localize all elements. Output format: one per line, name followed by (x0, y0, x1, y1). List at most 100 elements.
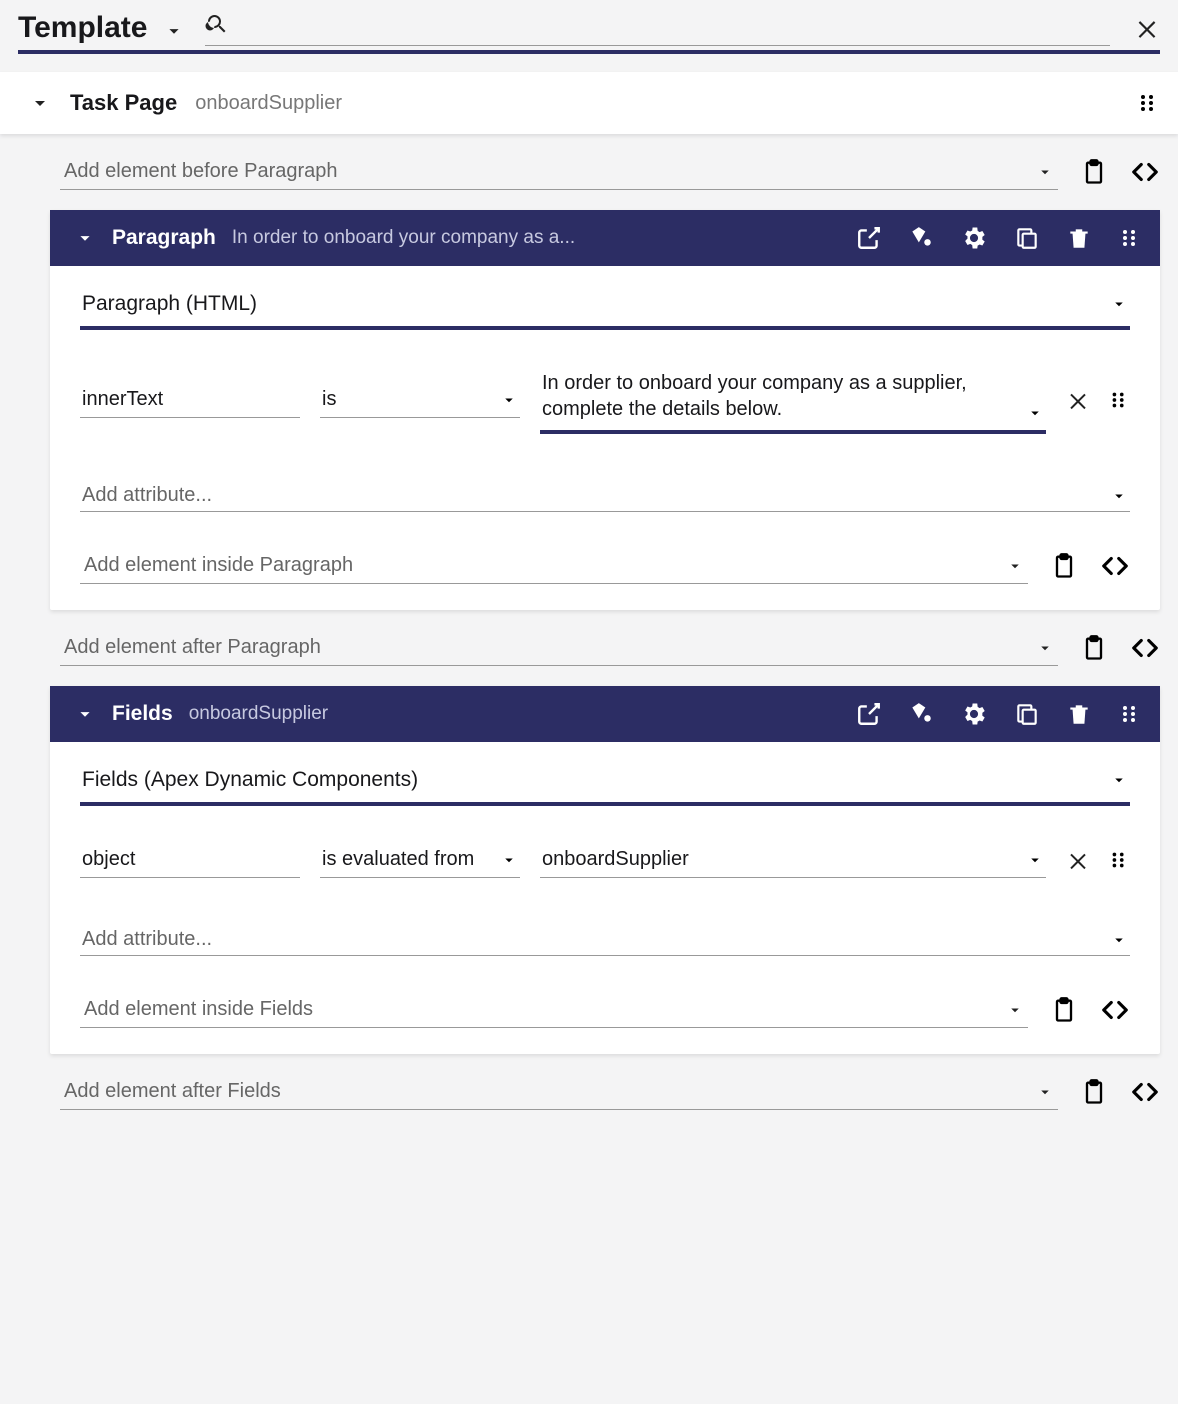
drag-handle-icon[interactable] (1136, 91, 1160, 115)
task-page-subtitle: onboardSupplier (195, 92, 342, 115)
add-inside-paragraph-row: Add element inside Paragraph (80, 548, 1130, 584)
attr-operator-label: is evaluated from (322, 848, 500, 871)
chevron-down-icon (1036, 639, 1054, 657)
chevron-down-icon[interactable] (163, 20, 185, 42)
clipboard-icon[interactable] (1080, 634, 1108, 662)
fields-body: Fields (Apex Dynamic Components) object … (50, 742, 1160, 1054)
open-external-icon[interactable] (856, 701, 882, 727)
paragraph-attr-row: innerText is In order to onboard your co… (80, 366, 1130, 434)
copy-icon[interactable] (1014, 701, 1040, 727)
chevron-down-icon (1110, 931, 1128, 949)
drag-handle-icon[interactable] (1118, 702, 1142, 726)
attr-name-label: innerText (82, 388, 298, 411)
drag-handle-icon[interactable] (1108, 849, 1130, 871)
attr-name-input[interactable]: innerText (80, 382, 300, 418)
search-input[interactable] (205, 10, 1110, 46)
paragraph-type-select[interactable]: Paragraph (HTML) (80, 290, 1130, 330)
paragraph-body: Paragraph (HTML) innerText is In order t… (50, 266, 1160, 610)
attr-name-label: object (82, 848, 298, 871)
gear-icon[interactable] (960, 700, 988, 728)
code-icon[interactable] (1130, 633, 1160, 663)
add-after-paragraph-input[interactable]: Add element after Paragraph (60, 630, 1058, 666)
style-icon[interactable] (908, 701, 934, 727)
chevron-down-icon (500, 391, 518, 409)
chevron-down-icon[interactable] (74, 227, 96, 249)
chevron-down-icon (1006, 1001, 1024, 1019)
style-icon[interactable] (908, 225, 934, 251)
code-icon[interactable] (1130, 1077, 1160, 1107)
add-inside-paragraph-label: Add element inside Paragraph (84, 554, 1006, 577)
attr-value-input[interactable]: onboardSupplier (540, 842, 1046, 878)
fields-title: Fields (112, 702, 173, 726)
add-before-paragraph-input[interactable]: Add element before Paragraph (60, 154, 1058, 190)
add-after-paragraph-row: Add element after Paragraph (60, 630, 1160, 666)
code-icon[interactable] (1130, 157, 1160, 187)
add-attribute-label: Add attribute... (82, 928, 1110, 951)
open-external-icon[interactable] (856, 225, 882, 251)
task-page-row: Task Page onboardSupplier (0, 72, 1178, 134)
add-before-paragraph-row: Add element before Paragraph (60, 154, 1160, 190)
chevron-down-icon (1110, 295, 1128, 313)
code-icon[interactable] (1100, 995, 1130, 1025)
add-attribute-label: Add attribute... (82, 484, 1110, 507)
add-inside-paragraph-input[interactable]: Add element inside Paragraph (80, 548, 1028, 584)
attr-value-input[interactable]: In order to onboard your company as a su… (540, 366, 1046, 434)
chevron-down-icon (1026, 851, 1044, 869)
fields-subtitle: onboardSupplier (189, 703, 328, 725)
add-attribute-input[interactable]: Add attribute... (80, 480, 1130, 512)
chevron-down-icon (1006, 557, 1024, 575)
close-icon[interactable] (1134, 15, 1160, 41)
add-before-paragraph-label: Add element before Paragraph (64, 160, 1036, 183)
attr-value-text: onboardSupplier (542, 848, 1026, 871)
add-after-fields-label: Add element after Fields (64, 1080, 1036, 1103)
attr-operator-select[interactable]: is evaluated from (320, 842, 520, 878)
gear-icon[interactable] (960, 224, 988, 252)
fields-attr-row: object is evaluated from onboardSupplier (80, 842, 1130, 878)
fields-section: Fields onboardSupplier (50, 686, 1160, 1054)
chevron-down-icon[interactable] (74, 703, 96, 725)
chevron-down-icon (1110, 771, 1128, 789)
remove-attr-icon[interactable] (1066, 388, 1090, 412)
fields-type-label: Fields (Apex Dynamic Components) (82, 768, 1110, 792)
page-title: Template (18, 11, 147, 45)
attr-name-input[interactable]: object (80, 842, 300, 878)
clipboard-icon[interactable] (1080, 158, 1108, 186)
add-attribute-input[interactable]: Add attribute... (80, 924, 1130, 956)
clipboard-icon[interactable] (1050, 996, 1078, 1024)
code-icon[interactable] (1100, 551, 1130, 581)
delete-icon[interactable] (1066, 701, 1092, 727)
drag-handle-icon[interactable] (1108, 389, 1130, 411)
chevron-down-icon (1036, 1083, 1054, 1101)
paragraph-header: Paragraph In order to onboard your compa… (50, 210, 1160, 266)
paragraph-section: Paragraph In order to onboard your compa… (50, 210, 1160, 610)
paragraph-type-label: Paragraph (HTML) (82, 292, 1110, 316)
attr-value-text: In order to onboard your company as a su… (542, 370, 1020, 422)
chevron-down-icon (1026, 404, 1044, 422)
template-editor: Template Task Page onboardSupplier Add e… (0, 0, 1178, 1110)
top-header: Template (0, 0, 1178, 46)
search-wrap (205, 10, 1110, 46)
add-after-paragraph-label: Add element after Paragraph (64, 636, 1036, 659)
chevron-down-icon (1036, 163, 1054, 181)
chevron-down-icon (500, 851, 518, 869)
attr-operator-label: is (322, 388, 500, 411)
add-inside-fields-input[interactable]: Add element inside Fields (80, 992, 1028, 1028)
chevron-down-icon[interactable] (28, 91, 52, 115)
add-after-fields-input[interactable]: Add element after Fields (60, 1074, 1058, 1110)
delete-icon[interactable] (1066, 225, 1092, 251)
add-inside-fields-label: Add element inside Fields (84, 998, 1006, 1021)
add-inside-fields-row: Add element inside Fields (80, 992, 1130, 1028)
paragraph-title: Paragraph (112, 226, 216, 250)
paragraph-preview: In order to onboard your company as a... (232, 227, 575, 249)
search-icon (205, 12, 229, 36)
task-page-title: Task Page (70, 90, 177, 116)
clipboard-icon[interactable] (1050, 552, 1078, 580)
remove-attr-icon[interactable] (1066, 848, 1090, 872)
drag-handle-icon[interactable] (1118, 226, 1142, 250)
chevron-down-icon (1110, 487, 1128, 505)
copy-icon[interactable] (1014, 225, 1040, 251)
clipboard-icon[interactable] (1080, 1078, 1108, 1106)
attr-operator-select[interactable]: is (320, 382, 520, 418)
fields-type-select[interactable]: Fields (Apex Dynamic Components) (80, 766, 1130, 806)
add-after-fields-row: Add element after Fields (60, 1074, 1160, 1110)
